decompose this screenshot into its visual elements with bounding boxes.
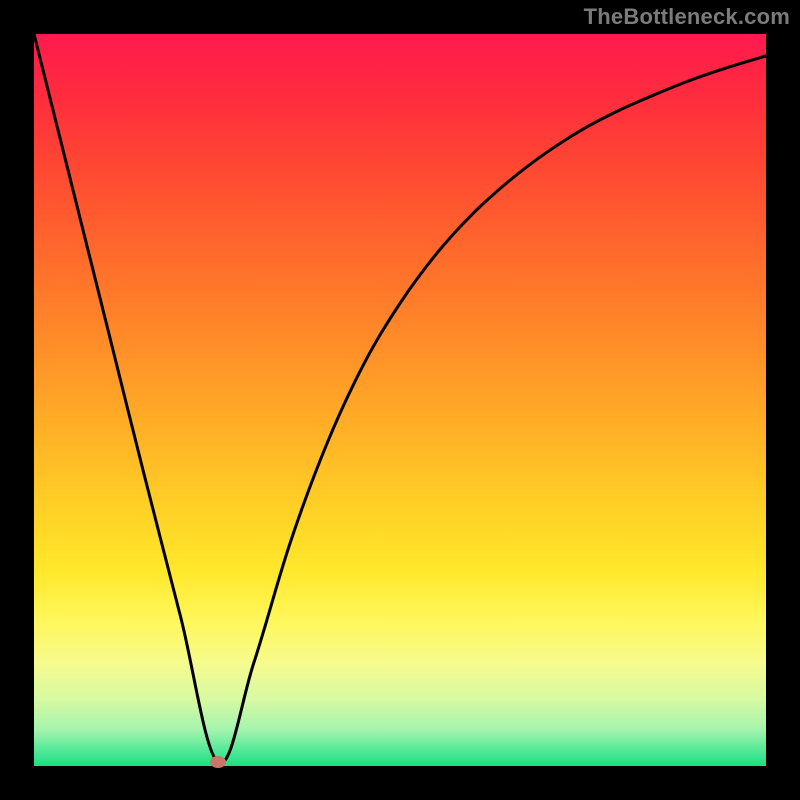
watermark-text: TheBottleneck.com [584, 4, 790, 30]
bottleneck-curve [0, 0, 800, 800]
chart-frame: TheBottleneck.com [0, 0, 800, 800]
curve-path [34, 34, 766, 763]
